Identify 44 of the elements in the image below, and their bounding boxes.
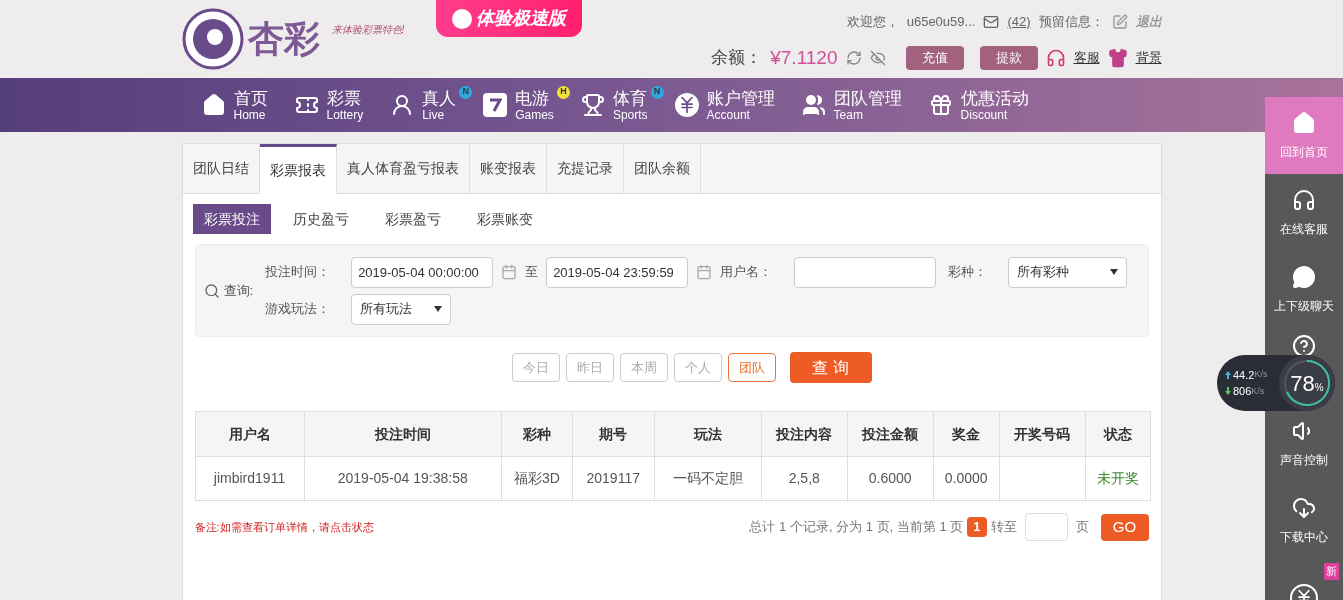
download-speed: 806 <box>1233 384 1252 399</box>
to-label: 至 <box>525 263 539 282</box>
table-cell: 福彩3D <box>501 456 573 501</box>
logo-text: 杏彩 <box>247 17 320 61</box>
column-header: 投注时间 <box>304 411 502 457</box>
column-header: 用户名 <box>195 411 305 457</box>
balance-label: 余额： <box>711 47 763 69</box>
table-cell: 2,5,8 <box>761 456 848 501</box>
note-text: 备注:如需查看订单详情，请点击状态 <box>194 519 374 535</box>
username: u65e0u59... <box>906 13 976 31</box>
speed-unit: K/s <box>1254 368 1268 381</box>
username-label: 用户名： <box>720 263 774 282</box>
new-badge: 新 <box>1324 563 1339 580</box>
column-header: 开奖号码 <box>999 411 1086 457</box>
column-header: 奖金 <box>933 411 1000 457</box>
lottery-label: 彩种： <box>948 263 989 282</box>
pagination-summary: 总计 1 个记录, 分为 1 页, 当前第 1 页 <box>749 518 964 537</box>
upload-speed: 44.2 <box>1233 367 1255 383</box>
column-header: 期号 <box>572 411 655 457</box>
nav-badge: N <box>650 85 664 99</box>
time-label: 投注时间： <box>265 263 332 282</box>
column-header: 投注金额 <box>847 411 934 457</box>
query-label: 查询: <box>223 281 254 300</box>
table-cell: 2019117 <box>572 456 655 501</box>
column-header: 状态 <box>1085 411 1150 457</box>
nav-badge: N <box>459 85 473 99</box>
reserved-label: 预留信息： <box>1038 13 1104 31</box>
column-header: 投注内容 <box>761 411 848 457</box>
table-cell: 0.0000 <box>933 456 1000 501</box>
usage-percent: 78% <box>1290 369 1324 398</box>
table-cell: 0.6000 <box>847 456 934 501</box>
nav-badge: H <box>556 85 570 99</box>
goto-label: 转至 <box>990 518 1017 537</box>
speed-unit: K/s <box>1251 384 1265 398</box>
table-cell: 2019-05-04 19:38:58 <box>304 456 502 501</box>
balance-value: ¥7.1120 <box>770 45 838 70</box>
table-cell: 一码不定胆 <box>654 456 762 501</box>
column-header: 彩种 <box>501 411 573 457</box>
page-label: 页 <box>1075 518 1089 537</box>
play-label: 游戏玩法： <box>265 300 332 319</box>
welcome-text: 欢迎您， <box>846 13 899 31</box>
slogan: 来体验彩票特色! <box>331 22 405 37</box>
table-cell: jimbird1911 <box>195 456 305 501</box>
column-header: 玩法 <box>654 411 762 457</box>
